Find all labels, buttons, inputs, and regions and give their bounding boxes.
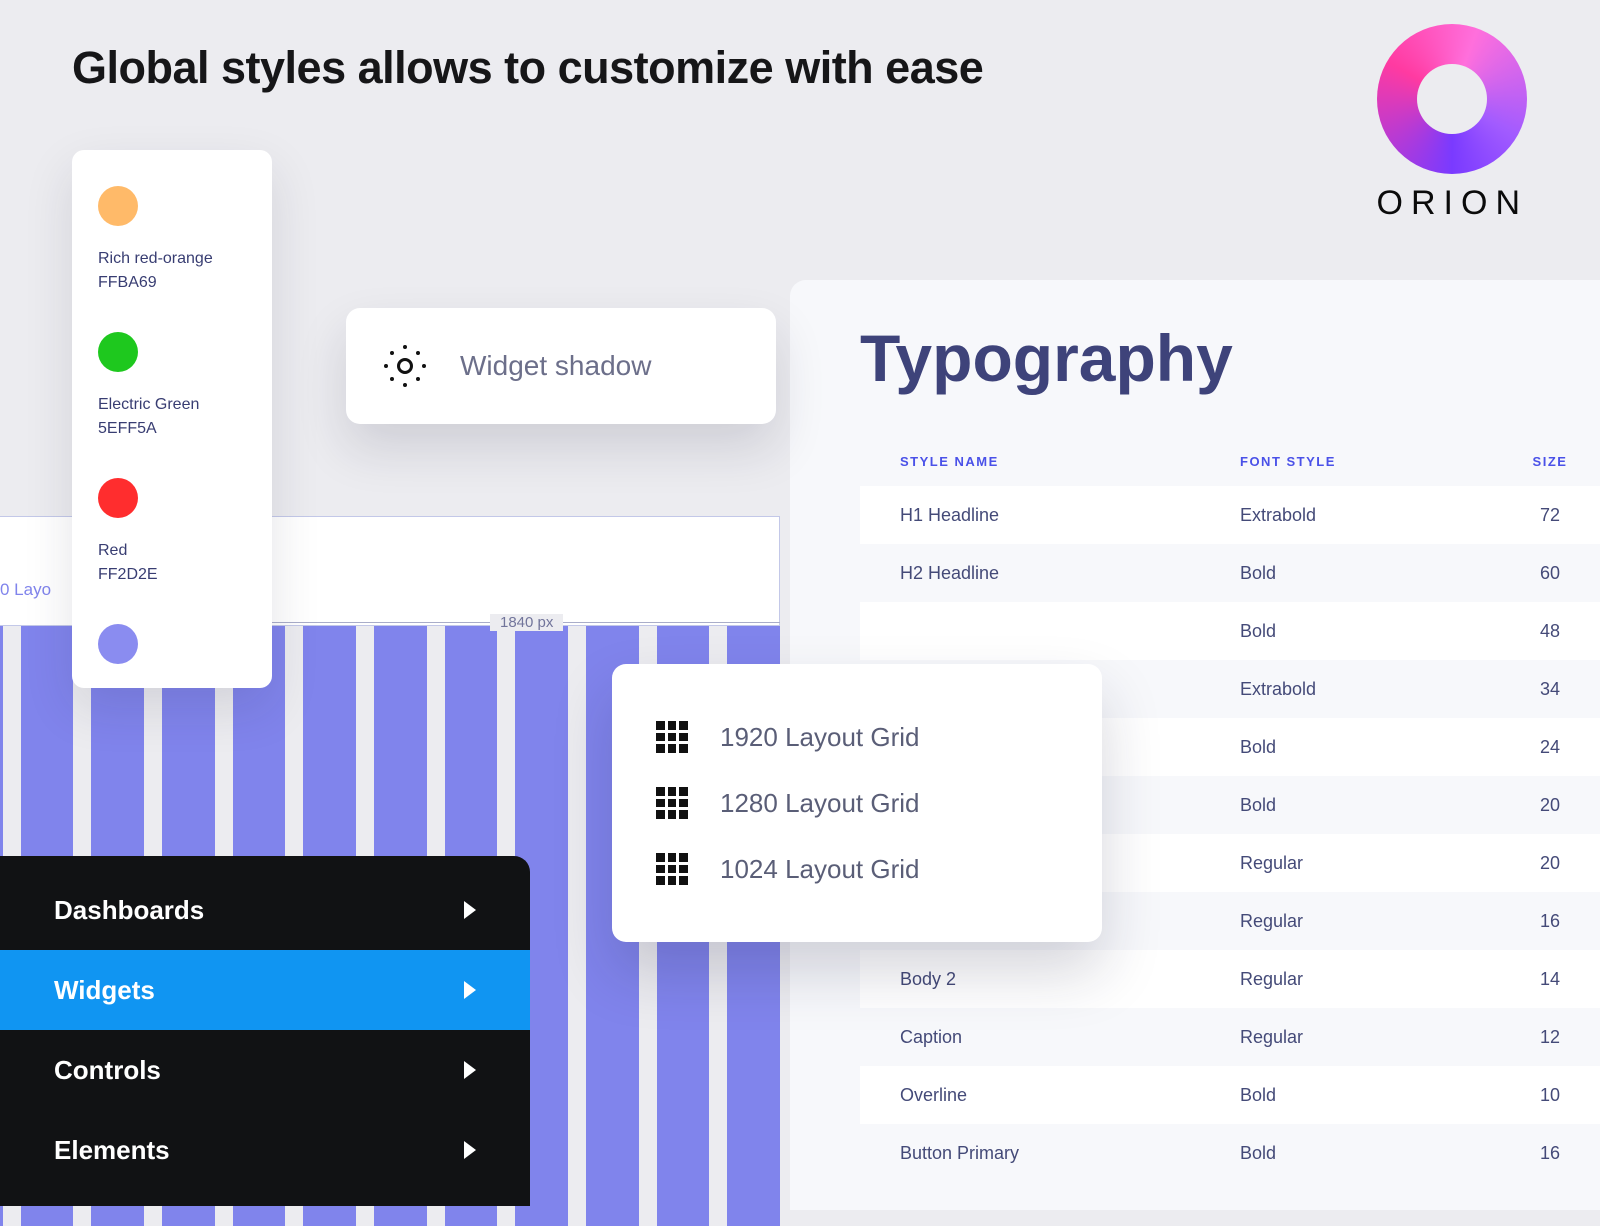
nav-label: Controls bbox=[54, 1055, 161, 1086]
swatch-hex: FF2D2E bbox=[98, 566, 246, 584]
swatch-dot-icon bbox=[98, 332, 138, 372]
cell-style: Button Primary bbox=[900, 1143, 1240, 1164]
cell-font: Regular bbox=[1240, 853, 1480, 874]
chevron-right-icon bbox=[464, 1061, 476, 1079]
swatch-name: Red bbox=[98, 542, 246, 560]
cell-style: Body 2 bbox=[900, 969, 1240, 990]
cell-font: Extrabold bbox=[1240, 505, 1480, 526]
grid-icon bbox=[656, 853, 688, 885]
canvas-width-label: 1840 px bbox=[490, 614, 563, 631]
swatch-dot-icon bbox=[98, 478, 138, 518]
swatch-dot-icon bbox=[98, 186, 138, 226]
layout-grid-item[interactable]: 1920 Layout Grid bbox=[656, 704, 1058, 770]
cell-font: Regular bbox=[1240, 969, 1480, 990]
cell-style: H1 Headline bbox=[900, 505, 1240, 526]
swatch-dot-icon bbox=[98, 624, 138, 664]
cell-font: Bold bbox=[1240, 563, 1480, 584]
grid-icon bbox=[656, 787, 688, 819]
layout-grid-item[interactable]: 1280 Layout Grid bbox=[656, 770, 1058, 836]
cell-style: Caption bbox=[900, 1027, 1240, 1048]
nav-item-dashboards[interactable]: Dashboards bbox=[0, 870, 530, 950]
cell-font: Bold bbox=[1240, 795, 1480, 816]
layout-grid-item[interactable]: 1024 Layout Grid bbox=[656, 836, 1058, 902]
cell-size: 16 bbox=[1480, 1143, 1600, 1164]
color-swatch[interactable] bbox=[98, 624, 246, 664]
cell-font: Regular bbox=[1240, 911, 1480, 932]
cell-size: 10 bbox=[1480, 1085, 1600, 1106]
cell-font: Bold bbox=[1240, 621, 1480, 642]
color-swatch[interactable]: Red FF2D2E bbox=[98, 478, 246, 584]
cell-size: 14 bbox=[1480, 969, 1600, 990]
table-row[interactable]: Body 2 Regular 14 bbox=[860, 950, 1600, 1008]
orion-ring-icon bbox=[1377, 24, 1527, 174]
cell-style: H2 Headline bbox=[900, 563, 1240, 584]
cell-font: Bold bbox=[1240, 1143, 1480, 1164]
widget-shadow-label: Widget shadow bbox=[460, 350, 651, 382]
nav-label: Widgets bbox=[54, 975, 155, 1006]
widget-shadow-card[interactable]: Widget shadow bbox=[346, 308, 776, 424]
layout-grid-label: 1920 Layout Grid bbox=[720, 722, 919, 753]
col-font-style: FONT STYLE bbox=[1240, 454, 1480, 469]
nav-item-widgets[interactable]: Widgets bbox=[0, 950, 530, 1030]
swatch-hex: 5EFF5A bbox=[98, 420, 246, 438]
table-header-row: STYLE NAME FONT STYLE SIZE bbox=[860, 436, 1600, 486]
table-row[interactable]: Overline Bold 10 bbox=[860, 1066, 1600, 1124]
nav-label: Dashboards bbox=[54, 895, 204, 926]
cell-font: Bold bbox=[1240, 737, 1480, 758]
table-row[interactable]: Caption Regular 12 bbox=[860, 1008, 1600, 1066]
cell-size: 24 bbox=[1480, 737, 1600, 758]
cell-size: 20 bbox=[1480, 795, 1600, 816]
cell-size: 60 bbox=[1480, 563, 1600, 584]
typography-title: Typography bbox=[860, 320, 1600, 396]
cell-size: 48 bbox=[1480, 621, 1600, 642]
layout-grid-label: 1024 Layout Grid bbox=[720, 854, 919, 885]
color-swatch[interactable]: Electric Green 5EFF5A bbox=[98, 332, 246, 438]
page-title: Global styles allows to customize with e… bbox=[72, 42, 983, 94]
layout-grid-list-card: 1920 Layout Grid 1280 Layout Grid 1024 L… bbox=[612, 664, 1102, 942]
color-swatch-card: Rich red-orange FFBA69 Electric Green 5E… bbox=[72, 150, 272, 688]
chevron-right-icon bbox=[464, 1141, 476, 1159]
cell-size: 20 bbox=[1480, 853, 1600, 874]
nav-item-elements[interactable]: Elements bbox=[0, 1110, 530, 1190]
cell-font: Regular bbox=[1240, 1027, 1480, 1048]
swatch-name: Electric Green bbox=[98, 396, 246, 414]
chevron-right-icon bbox=[464, 901, 476, 919]
cell-font: Extrabold bbox=[1240, 679, 1480, 700]
cell-size: 16 bbox=[1480, 911, 1600, 932]
swatch-name: Rich red-orange bbox=[98, 250, 246, 268]
nav-label: Elements bbox=[54, 1135, 170, 1166]
cell-font: Bold bbox=[1240, 1085, 1480, 1106]
col-style-name: STYLE NAME bbox=[900, 454, 1240, 469]
layout-grid-label: 1280 Layout Grid bbox=[720, 788, 919, 819]
grid-icon bbox=[656, 721, 688, 753]
table-row[interactable]: H2 Headline Bold 60 bbox=[860, 544, 1600, 602]
brand-name: ORION bbox=[1377, 184, 1528, 223]
table-row[interactable]: Button Primary Bold 16 bbox=[860, 1124, 1600, 1182]
canvas-partial-label: 0 Layo bbox=[0, 580, 51, 600]
brightness-icon bbox=[384, 345, 426, 387]
sidebar-nav: Dashboards Widgets Controls Elements bbox=[0, 856, 530, 1206]
cell-size: 34 bbox=[1480, 679, 1600, 700]
chevron-right-icon bbox=[464, 981, 476, 999]
swatch-hex: FFBA69 bbox=[98, 274, 246, 292]
cell-style: Overline bbox=[900, 1085, 1240, 1106]
col-size: SIZE bbox=[1480, 454, 1600, 469]
color-swatch[interactable]: Rich red-orange FFBA69 bbox=[98, 186, 246, 292]
brand-logo: ORION bbox=[1377, 24, 1528, 223]
table-row[interactable]: Bold 48 bbox=[860, 602, 1600, 660]
cell-size: 12 bbox=[1480, 1027, 1600, 1048]
nav-item-controls[interactable]: Controls bbox=[0, 1030, 530, 1110]
table-row[interactable]: H1 Headline Extrabold 72 bbox=[860, 486, 1600, 544]
cell-size: 72 bbox=[1480, 505, 1600, 526]
